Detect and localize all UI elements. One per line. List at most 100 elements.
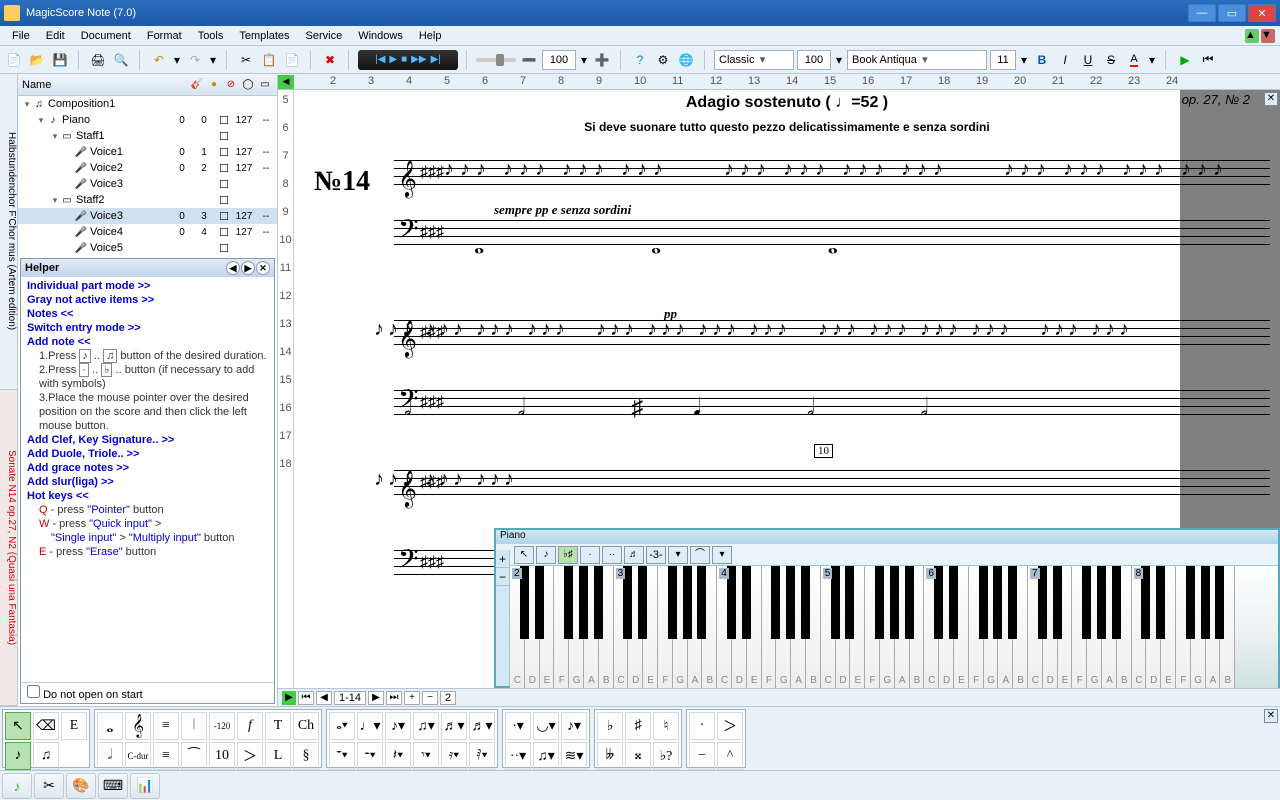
clef-treble[interactable]: 𝄞	[125, 712, 151, 740]
palette-erase[interactable]: ⌫	[33, 712, 59, 740]
artic-marcato[interactable]: ^	[717, 742, 743, 770]
pan-icon[interactable]: ▭	[257, 77, 273, 93]
helper-topic[interactable]: Add Duole, Triole.. >>	[27, 447, 268, 461]
close-button[interactable]: ✕	[1248, 4, 1276, 22]
sharp-tool[interactable]: ♯	[625, 712, 651, 740]
helper-topic[interactable]: Notes <<	[27, 307, 268, 321]
rest-2[interactable]: 𝄼▾	[357, 742, 383, 770]
page-next[interactable]: ▶	[368, 691, 384, 705]
key-sig[interactable]: C-dur	[125, 742, 151, 770]
undo-dd[interactable]: ▾	[172, 50, 182, 70]
rest-1[interactable]: 𝄻▾	[329, 742, 355, 770]
helper-topic[interactable]: Hot keys <<	[27, 489, 268, 503]
zoom-dd[interactable]: ▾	[579, 50, 589, 70]
duration-whole[interactable]: 𝅝	[97, 712, 123, 740]
rest-4[interactable]: 𝄾▾	[413, 742, 439, 770]
helper-back[interactable]: ◀	[226, 261, 240, 275]
playback-bar[interactable]: |◀▶■▶▶▶|	[358, 50, 458, 70]
redo-dd[interactable]: ▾	[208, 50, 218, 70]
doc-nav-left[interactable]: ◀	[278, 75, 294, 89]
menu-templates[interactable]: Templates	[231, 28, 297, 44]
midi-icon[interactable]: ●	[206, 77, 222, 93]
piano-panel[interactable]: Piano +− ↖ ♪ ♭♯ · ·· ♬ -3- ▾ ⌒ ▾	[494, 528, 1280, 688]
note-val-1[interactable]: 𝅝▾	[329, 712, 355, 740]
duration-half[interactable]: 𝅗𝅥	[97, 742, 123, 770]
piano-doubledot[interactable]: ··	[602, 546, 622, 564]
dblsharp-tool[interactable]: 𝄪	[625, 742, 651, 770]
note-val-2[interactable]: ♩▾	[357, 712, 383, 740]
menu-format[interactable]: Format	[139, 28, 190, 44]
noopen-checkbox[interactable]	[27, 685, 40, 698]
page-last[interactable]: ⏭	[386, 691, 402, 705]
piano-plus[interactable]: +	[496, 550, 509, 568]
zoom-out-button[interactable]: ➖	[519, 50, 539, 70]
tremolo-tool[interactable]: ≋▾	[561, 742, 587, 770]
redo-button[interactable]: ↷	[185, 50, 205, 70]
style-size[interactable]: 100	[797, 50, 831, 70]
fontcolor-button[interactable]: A	[1124, 50, 1144, 70]
note-val-3[interactable]: ♪▾	[385, 712, 411, 740]
artic-accent[interactable]: ＞	[717, 712, 743, 740]
view-palette[interactable]: 🎨	[66, 773, 96, 799]
piano-note[interactable]: ♪	[536, 546, 556, 564]
piano-dot[interactable]: ·	[580, 546, 600, 564]
page-first[interactable]: ⏮	[298, 691, 314, 705]
tie-tool[interactable]: ◡▾	[533, 712, 559, 740]
italic-button[interactable]: I	[1055, 50, 1075, 70]
tempo-slider[interactable]	[476, 58, 516, 62]
underline-button[interactable]: U	[1078, 50, 1098, 70]
helper-topic[interactable]: Add slur(liga) >>	[27, 475, 268, 489]
piano-accidental[interactable]: ♭♯	[558, 546, 578, 564]
piano-pointer[interactable]: ↖	[514, 546, 534, 564]
helper-topic[interactable]: Switch entry mode >>	[27, 321, 268, 335]
delete-button[interactable]: ✖	[320, 50, 340, 70]
print-button[interactable]: 🖨	[88, 50, 108, 70]
slur-tool[interactable]: ⁀	[181, 742, 207, 770]
menu-tools[interactable]: Tools	[190, 28, 232, 44]
helper-close[interactable]: ✕	[256, 261, 270, 275]
help-button[interactable]: ?	[630, 50, 650, 70]
view-score[interactable]: 📊	[130, 773, 160, 799]
menu-document[interactable]: Document	[73, 28, 139, 44]
tempo-num[interactable]: 10	[209, 742, 235, 770]
undo-button[interactable]: ↶	[149, 50, 169, 70]
paste-button[interactable]: 📄	[282, 50, 302, 70]
dynamics-f[interactable]: f	[237, 712, 263, 740]
zoom-input[interactable]: 100	[542, 50, 576, 70]
nav-up-icon[interactable]: ▲	[1245, 29, 1259, 43]
view-note[interactable]: ♪	[2, 773, 32, 799]
style-dd[interactable]: ▾	[834, 50, 844, 70]
strike-button[interactable]: S	[1101, 50, 1121, 70]
minimize-button[interactable]: —	[1188, 4, 1216, 22]
fontsize-input[interactable]: 11	[990, 50, 1016, 70]
rest-3[interactable]: 𝄽▾	[385, 742, 411, 770]
palette-pointer[interactable]: ↖	[5, 712, 31, 740]
menu-file[interactable]: File	[4, 28, 38, 44]
play-score-button[interactable]: ▶	[1175, 50, 1195, 70]
time-sig[interactable]: ≡	[153, 712, 179, 740]
lyric-tool[interactable]: L	[265, 742, 291, 770]
tempo-box[interactable]: -120	[209, 712, 235, 740]
helper-topic[interactable]: Add note <<	[27, 335, 268, 349]
palette-multi[interactable]: ♫	[33, 742, 59, 770]
piano-keyboard[interactable]: 2CDEFGAB3CDEFGAB4CDEFGAB5CDEFGAB6CDEFGAB…	[510, 566, 1278, 688]
piano-minus[interactable]: −	[496, 568, 509, 586]
new-button[interactable]: 📄	[4, 50, 24, 70]
note-val-6[interactable]: ♬▾	[469, 712, 495, 740]
hide-icon[interactable]: ⊘	[223, 77, 239, 93]
vol-icon[interactable]: ◯	[240, 77, 256, 93]
time-sig2[interactable]: ≡	[153, 742, 179, 770]
save-button[interactable]: 💾	[50, 50, 70, 70]
zoom-in-button[interactable]: ➕	[592, 50, 612, 70]
natural-tool[interactable]: ♮	[653, 712, 679, 740]
barline[interactable]: 𝄀	[181, 712, 207, 740]
style-combo[interactable]: Classic▾	[714, 50, 794, 70]
web-button[interactable]: 🌐	[676, 50, 696, 70]
piano-tie[interactable]: ⌒	[690, 546, 710, 564]
chord-tool[interactable]: Ch	[293, 712, 319, 740]
options-button[interactable]: ⚙	[653, 50, 673, 70]
piano-tuplet-dd[interactable]: ▾	[668, 546, 688, 564]
text-tool[interactable]: T	[265, 712, 291, 740]
helper-fwd[interactable]: ▶	[241, 261, 255, 275]
dot-1[interactable]: ·▾	[505, 712, 531, 740]
